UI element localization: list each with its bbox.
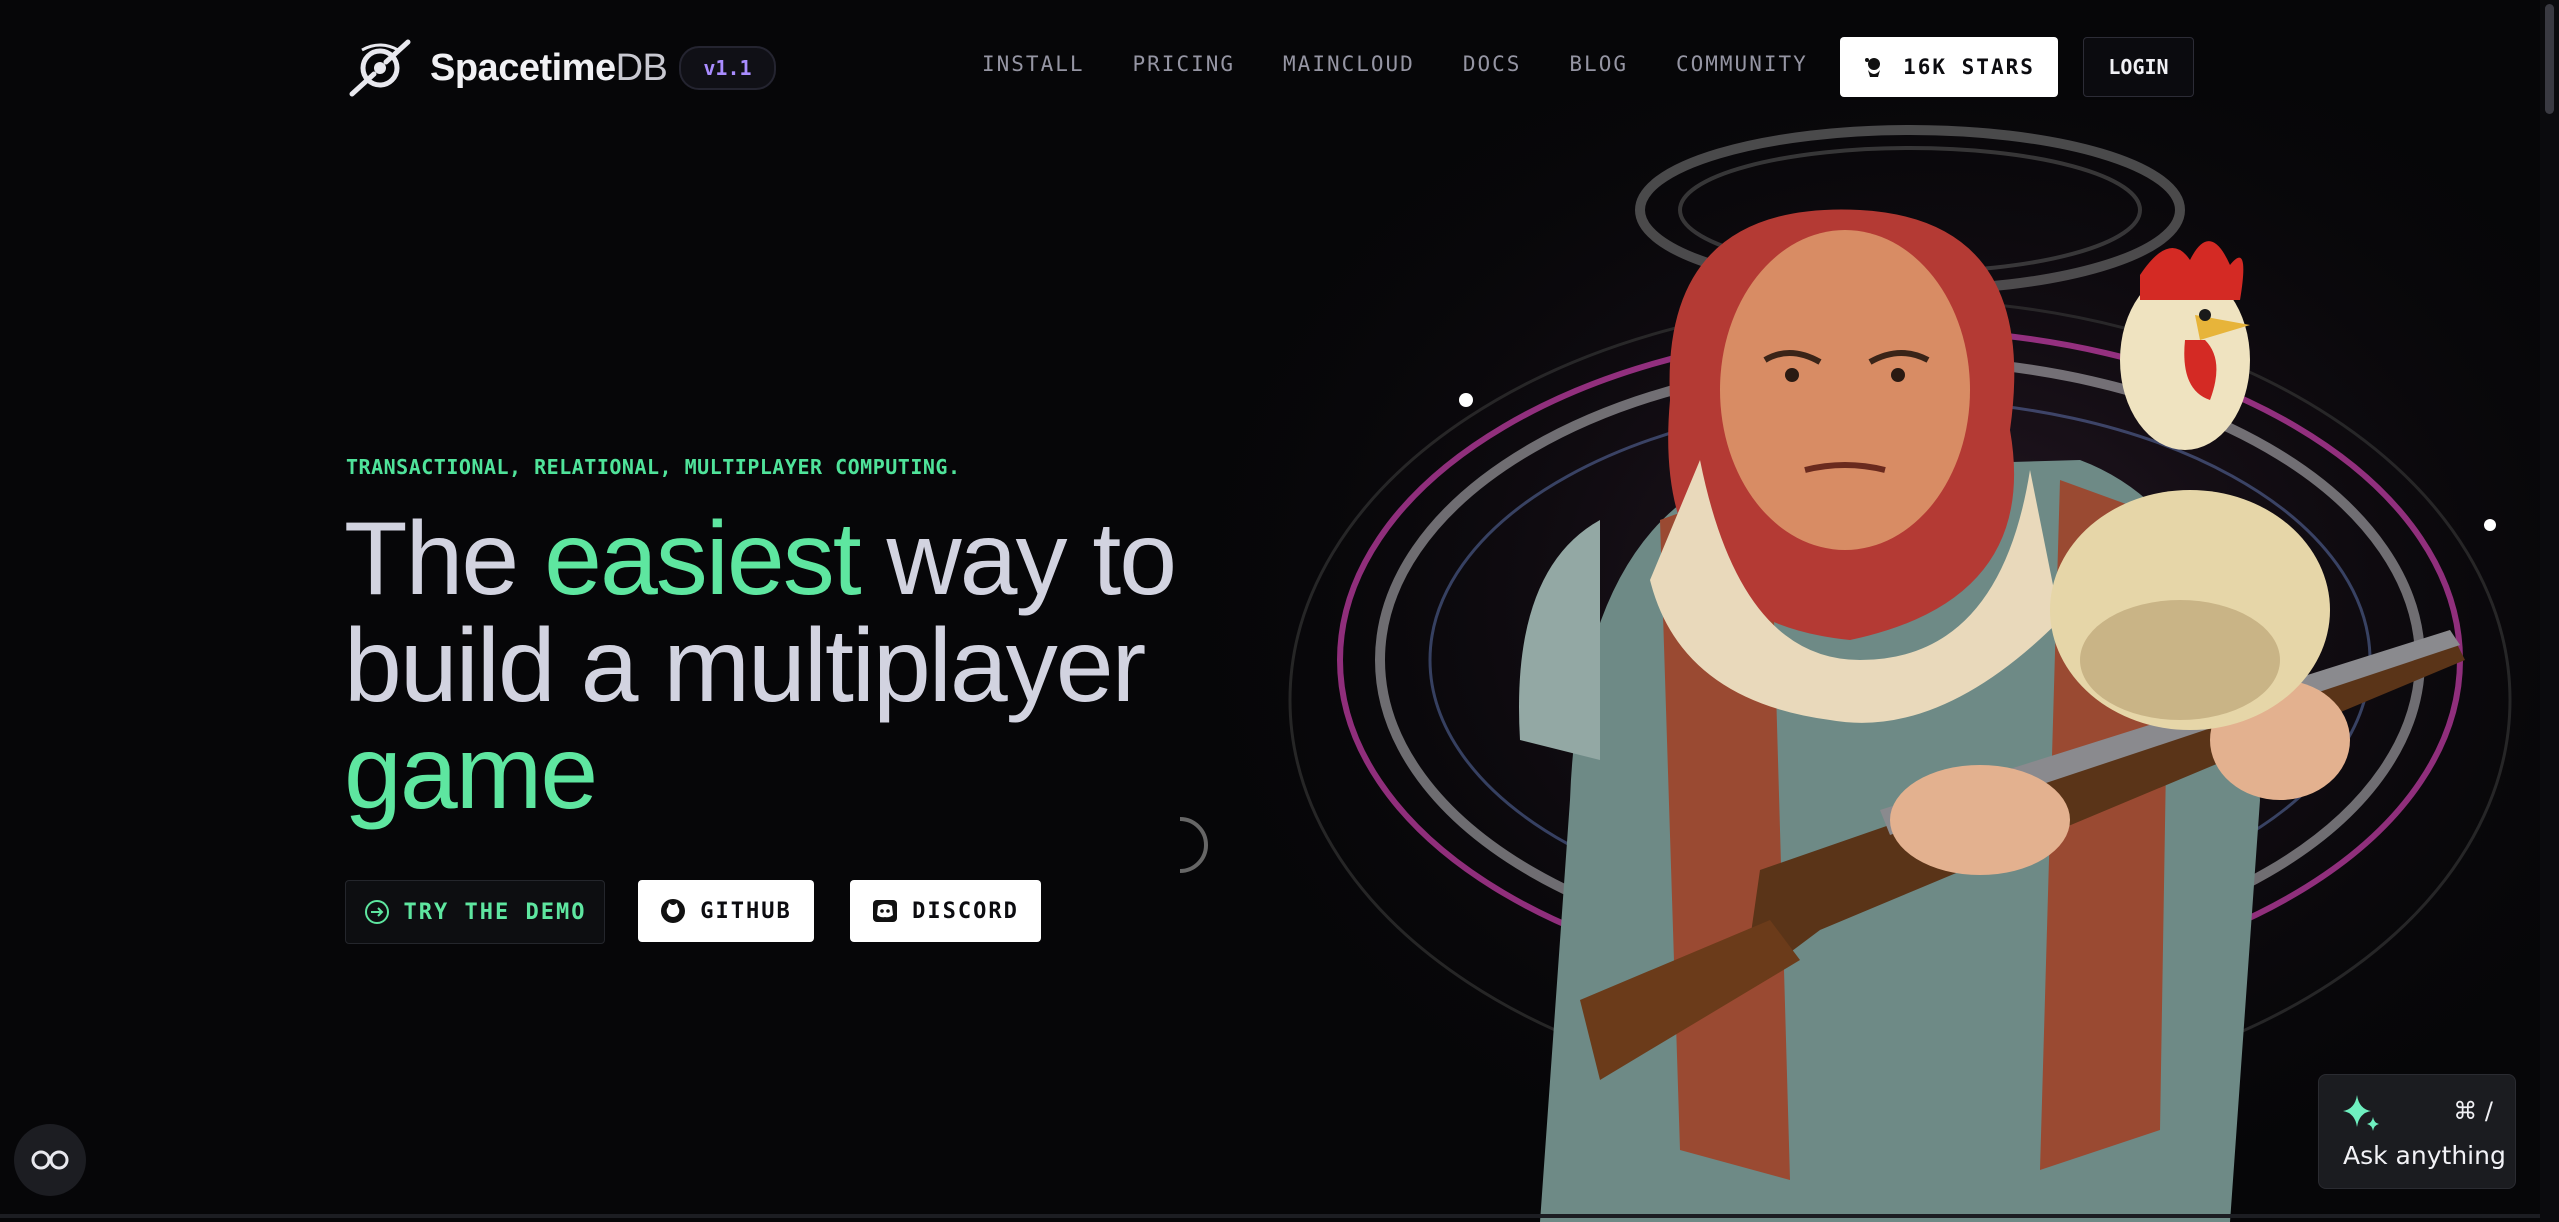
page-scrollbar[interactable] [2540,0,2559,1222]
brand-name: SpacetimeDB [430,46,668,89]
bottom-divider [0,1214,2540,1218]
nav-community[interactable]: COMMUNITY [1676,52,1808,76]
discord-icon [873,900,898,922]
github-stars-button[interactable]: 16K STARS [1840,37,2058,97]
discord-button[interactable]: DISCORD [850,880,1041,942]
ask-ai-widget[interactable]: ⌘ / Ask anything [2318,1074,2516,1189]
ask-label: Ask anything [2343,1141,2506,1170]
hero-tagline: TRANSACTIONAL, RELATIONAL, MULTIPLAYER C… [346,455,961,479]
headline-highlight-easiest: easiest [544,501,862,617]
nav-maincloud[interactable]: MAINCLOUD [1283,52,1415,76]
accessibility-button[interactable] [14,1124,86,1196]
discord-label: DISCORD [912,898,1019,924]
page: SpacetimeDB v1.1 INSTALL PRICING MAINCLO… [0,0,2559,1222]
spacetimedb-logo-icon [349,39,411,97]
try-demo-label: TRY THE DEMO [403,899,587,925]
scrollbar-thumb[interactable] [2545,4,2554,114]
accessibility-icon [31,1150,69,1170]
github-icon [661,899,686,923]
main-nav: INSTALL PRICING MAINCLOUD DOCS BLOG COMM… [982,52,1856,76]
nav-install[interactable]: INSTALL [982,52,1085,76]
try-demo-button[interactable]: TRY THE DEMO [345,880,605,944]
site-logo[interactable]: SpacetimeDB v1.1 [348,36,776,100]
sparkle-icon [2343,1095,2379,1131]
headline-highlight-game: game [344,715,598,831]
ask-shortcut: ⌘ / [2453,1097,2493,1125]
github-star-icon [1865,58,1881,77]
stars-label: 16K STARS [1903,55,2035,79]
version-badge[interactable]: v1.1 [679,46,776,90]
nav-blog[interactable]: BLOG [1569,52,1628,76]
hero-illustration [1180,100,2559,1222]
nav-docs[interactable]: DOCS [1463,52,1522,76]
login-button[interactable]: LOGIN [2083,37,2194,97]
arrow-right-circle-icon [364,900,389,924]
github-label: GITHUB [700,898,792,924]
github-button[interactable]: GITHUB [638,880,814,942]
nav-pricing[interactable]: PRICING [1133,52,1236,76]
hero-headline: The easiest way to build a multiplayer g… [344,501,1177,831]
